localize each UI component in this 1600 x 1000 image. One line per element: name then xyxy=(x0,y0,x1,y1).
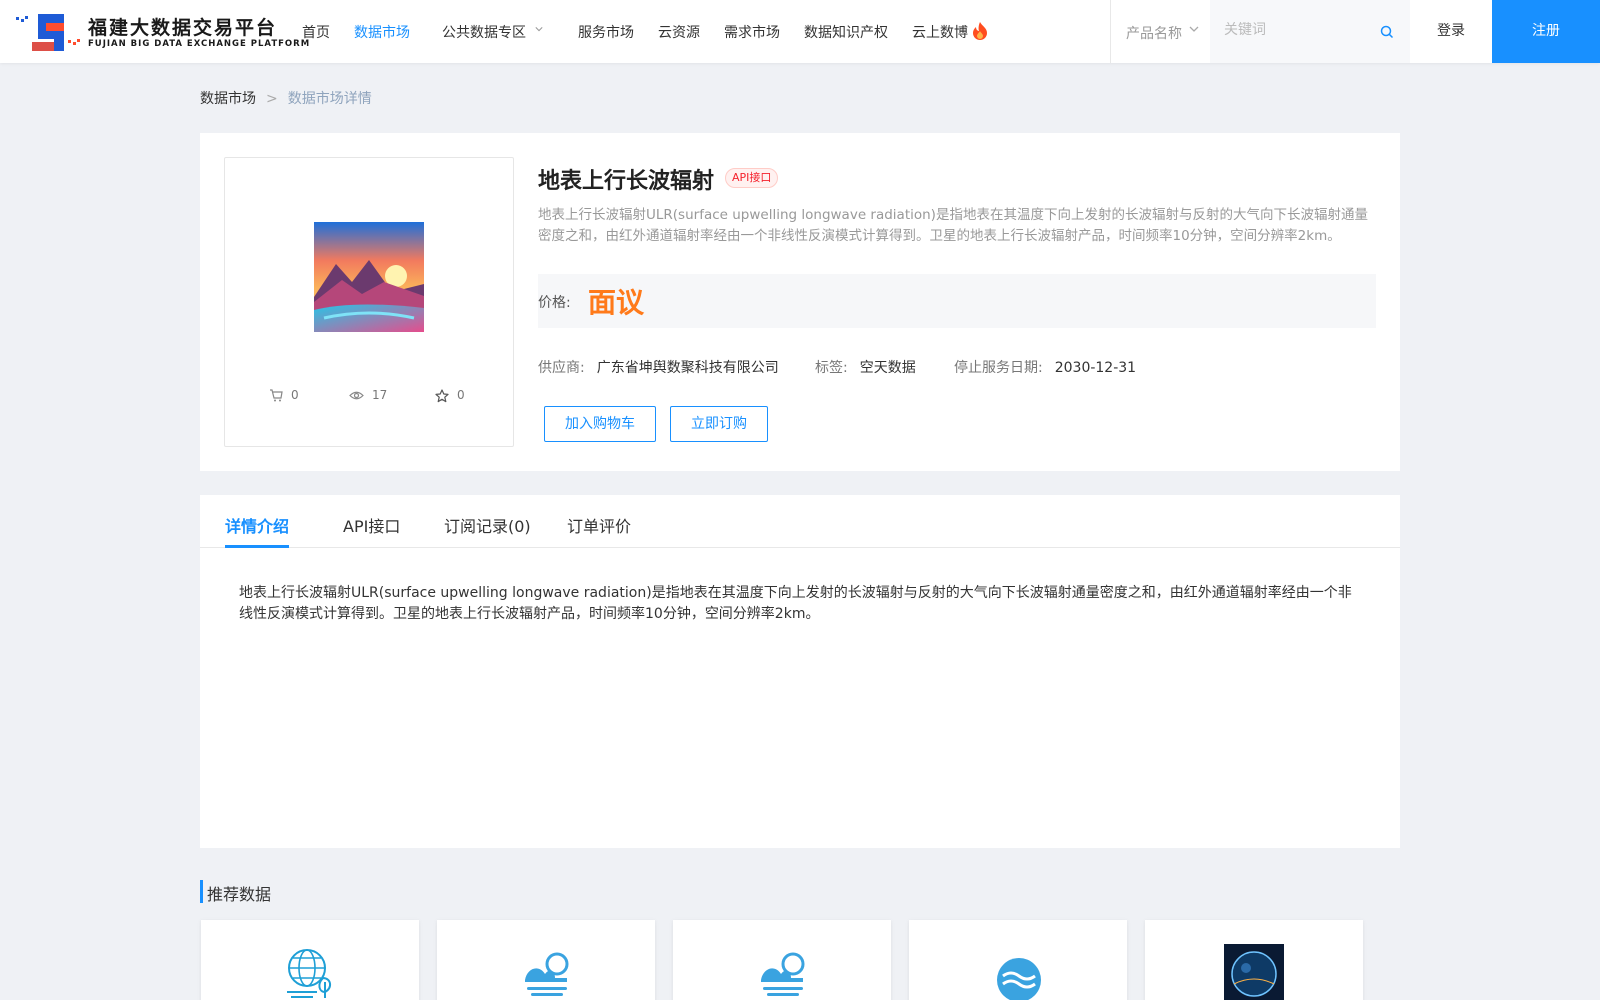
globe-leaf-icon xyxy=(287,949,331,998)
search-icon[interactable] xyxy=(1380,25,1394,39)
tab-api[interactable]: API接口 xyxy=(343,513,400,537)
nav-home[interactable]: 首页 xyxy=(302,22,330,42)
nav-data-ip[interactable]: 数据知识产权 xyxy=(804,22,888,42)
nav-public-data-zone[interactable]: 公共数据专区 xyxy=(442,22,526,42)
price-value: 面议 xyxy=(588,286,645,319)
logo-mark-icon xyxy=(16,14,80,51)
stop-date-label: 停止服务日期: xyxy=(954,360,1043,376)
tab-reviews[interactable]: 订单评价 xyxy=(567,513,631,537)
chevron-down-icon xyxy=(1189,26,1199,32)
product-category-select[interactable]: 产品名称 xyxy=(1110,0,1210,63)
search-input[interactable] xyxy=(1224,22,1364,38)
detail-section: 详情介绍 API接口 订阅记录(0) 订单评价 地表上行长波辐射ULR(surf… xyxy=(200,495,1400,848)
product-title: 地表上行长波辐射 xyxy=(538,169,715,194)
breadcrumb: 数据市场 > 数据市场详情 xyxy=(200,88,372,108)
tag-value: 空天数据 xyxy=(859,360,916,376)
breadcrumb-separator: > xyxy=(266,91,278,107)
product-type-badge: API接口 xyxy=(725,168,779,188)
site-logo[interactable]: 福建大数据交易平台 FUJIAN BIG DATA EXCHANGE PLATF… xyxy=(16,10,309,54)
favorite-count: 0 xyxy=(435,388,465,403)
cart-icon xyxy=(270,389,283,402)
recommend-card[interactable] xyxy=(437,920,655,1000)
supplier-info: 供应商: 广东省坤舆数聚科技有限公司 xyxy=(538,357,779,377)
stop-date-info: 停止服务日期: 2030-12-31 xyxy=(954,357,1136,377)
section-title-bar xyxy=(200,880,203,903)
logo-english-name: FUJIAN BIG DATA EXCHANGE PLATFORM xyxy=(88,39,311,49)
view-count: 17 xyxy=(349,388,387,402)
register-button[interactable]: 注册 xyxy=(1492,0,1600,63)
price-row: 价格: 面议 xyxy=(538,274,1376,328)
breadcrumb-data-market[interactable]: 数据市场 xyxy=(200,91,256,107)
star-icon[interactable] xyxy=(435,388,449,403)
add-to-cart-button[interactable]: 加入购物车 xyxy=(544,406,656,442)
product-category-label: 产品名称 xyxy=(1126,26,1182,42)
recommend-card[interactable] xyxy=(673,920,891,1000)
recommend-title: 推荐数据 xyxy=(207,885,272,904)
tabs-divider xyxy=(200,547,1400,548)
water-waves-icon xyxy=(997,958,1041,1000)
nav-service-market[interactable]: 服务市场 xyxy=(578,22,634,42)
cloud-sun-water-icon xyxy=(761,952,805,996)
product-card: 0 17 0 地表上行长波辐射 API接口 地表上行长波辐射ULR(surfac… xyxy=(200,133,1400,471)
nav-data-market[interactable]: 数据市场 xyxy=(354,22,410,42)
recommend-card[interactable] xyxy=(201,920,419,1000)
tab-details[interactable]: 详情介绍 xyxy=(225,513,289,537)
tab-subscriptions[interactable]: 订阅记录(0) xyxy=(444,513,531,537)
price-label: 价格: xyxy=(538,295,571,311)
favorite-count-value: 0 xyxy=(457,388,465,402)
fire-icon xyxy=(973,22,987,40)
breadcrumb-current: 数据市场详情 xyxy=(287,91,372,107)
tag-info: 标签: 空天数据 xyxy=(815,357,916,377)
supplier-name: 广东省坤舆数聚科技有限公司 xyxy=(596,360,779,376)
eye-icon xyxy=(349,391,364,400)
login-button[interactable]: 登录 xyxy=(1410,0,1492,63)
nav-cloud-expo[interactable]: 云上数博 xyxy=(912,22,968,42)
logo-chinese-name: 福建大数据交易平台 xyxy=(88,17,278,39)
search-box xyxy=(1210,0,1410,63)
nav-cloud-resources[interactable]: 云资源 xyxy=(658,22,700,42)
cloud-sun-water-icon xyxy=(525,952,569,996)
product-image xyxy=(314,222,424,332)
nav-demand-market[interactable]: 需求市场 xyxy=(724,22,780,42)
product-description: 地表上行长波辐射ULR(surface upwelling longwave r… xyxy=(538,207,1368,244)
chevron-down-icon[interactable] xyxy=(535,25,543,33)
tag-label: 标签: xyxy=(815,360,848,376)
top-header: 福建大数据交易平台 FUJIAN BIG DATA EXCHANGE PLATF… xyxy=(0,0,1600,63)
cart-count-value: 0 xyxy=(291,388,299,402)
product-thumbnail-box: 0 17 0 xyxy=(224,157,514,447)
view-count-value: 17 xyxy=(372,388,388,402)
recommend-card[interactable] xyxy=(1145,920,1363,1000)
stop-date-value: 2030-12-31 xyxy=(1054,360,1137,376)
earth-photo-icon xyxy=(1224,944,1284,1000)
recommend-card[interactable] xyxy=(909,920,1127,1000)
order-now-button[interactable]: 立即订购 xyxy=(670,406,768,442)
detail-description: 地表上行长波辐射ULR(surface upwelling longwave r… xyxy=(239,585,1352,622)
active-tab-indicator xyxy=(225,545,289,548)
cart-count: 0 xyxy=(269,388,299,402)
supplier-label: 供应商: xyxy=(538,360,585,376)
